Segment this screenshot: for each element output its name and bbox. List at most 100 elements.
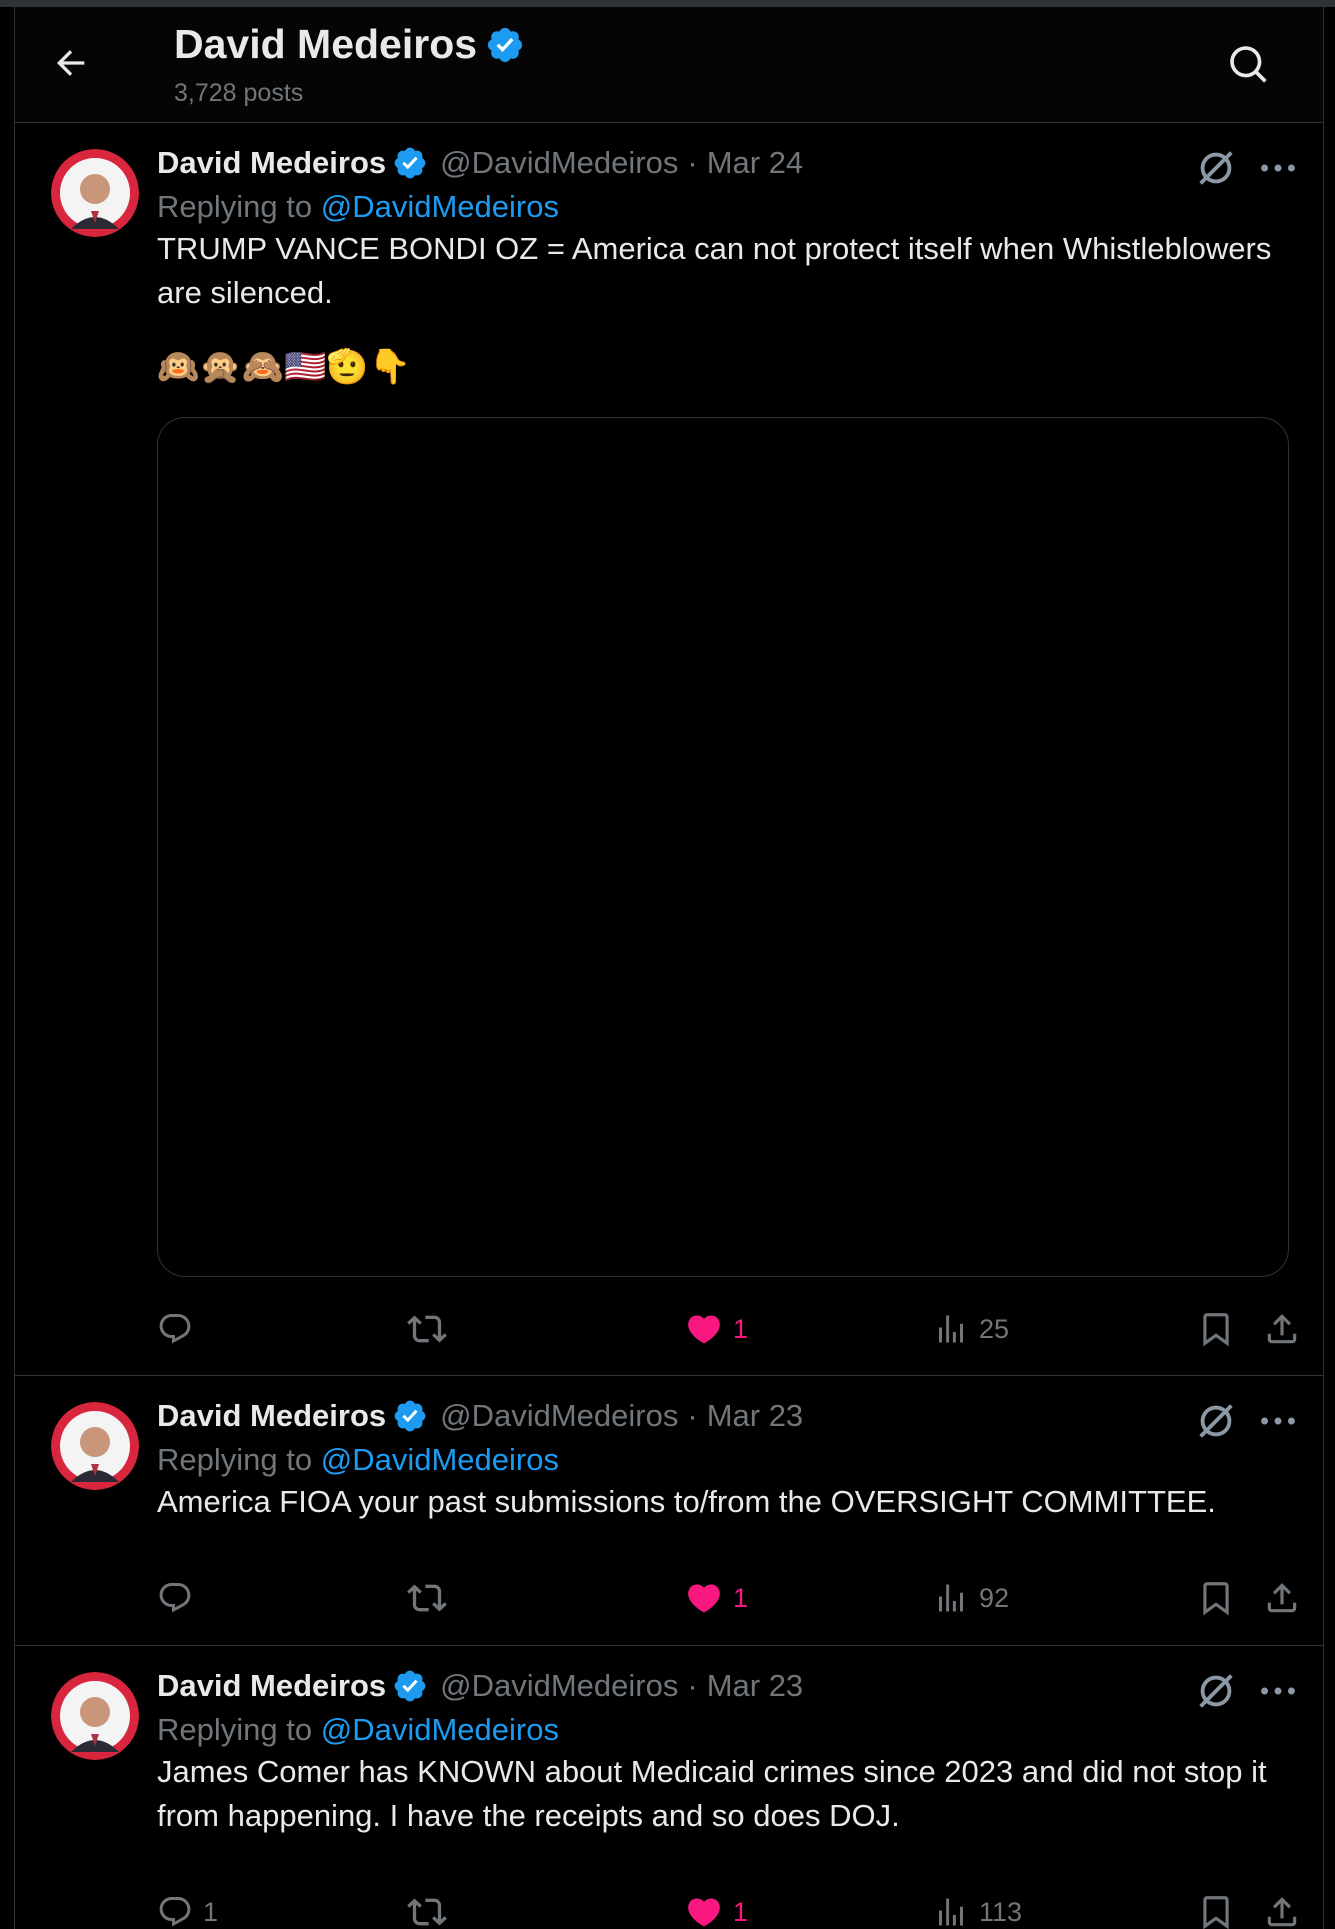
share-button[interactable] <box>1263 1887 1301 1929</box>
arrow-left-icon <box>57 50 85 76</box>
bookmark-button[interactable] <box>1197 1887 1235 1929</box>
view-count: 113 <box>979 1896 1023 1927</box>
repost-button[interactable] <box>407 1304 457 1354</box>
avatar[interactable] <box>51 1672 139 1760</box>
grok-button[interactable] <box>1193 145 1239 191</box>
share-button[interactable] <box>1263 1573 1301 1623</box>
separator-dot: · <box>687 1668 698 1703</box>
author-handle[interactable]: @DavidMedeiros <box>440 145 678 181</box>
separator-dot: · <box>687 1398 698 1433</box>
share-icon <box>1267 1583 1297 1613</box>
post-text: TRUMP VANCE BONDI OZ = America can not p… <box>157 231 1272 310</box>
author-handle[interactable]: @DavidMedeiros <box>440 1398 678 1434</box>
like-button[interactable]: 1 <box>685 1304 748 1354</box>
avatar[interactable] <box>51 149 139 237</box>
heart-icon <box>688 1898 720 1927</box>
views-button[interactable]: 113 <box>933 1887 1022 1929</box>
views-icon <box>939 1584 963 1612</box>
verified-badge-icon <box>394 147 426 179</box>
more-icon <box>1261 164 1295 172</box>
more-button[interactable] <box>1255 1668 1301 1714</box>
reply-button[interactable] <box>157 1304 203 1354</box>
like-button[interactable]: 1 <box>685 1573 748 1623</box>
replying-to-link[interactable]: @DavidMedeiros <box>321 189 559 224</box>
repost-icon <box>407 1584 447 1612</box>
grok-button[interactable] <box>1193 1398 1239 1444</box>
repost-button[interactable] <box>407 1887 457 1929</box>
grok-icon <box>1199 1404 1233 1438</box>
avatar-image <box>51 1402 139 1490</box>
replying-prefix: Replying to <box>157 1712 321 1747</box>
reply-count: 1 <box>203 1896 219 1927</box>
author-name[interactable]: David Medeiros <box>157 1398 386 1434</box>
replying-prefix: Replying to <box>157 189 321 224</box>
post-date[interactable]: Mar 23 <box>707 1398 803 1434</box>
author-handle[interactable]: @DavidMedeiros <box>440 1668 678 1704</box>
heart-icon <box>688 1584 720 1613</box>
reply-icon <box>159 1897 191 1927</box>
timeline-column: David Medeiros 3,728 posts David Medeiro… <box>14 7 1324 1929</box>
repost-button[interactable] <box>407 1573 457 1623</box>
verified-badge-icon <box>487 27 523 62</box>
verified-badge-icon <box>394 1400 426 1432</box>
post-date[interactable]: Mar 23 <box>707 1668 803 1704</box>
post-text: America FIOA your past submissions to/fr… <box>157 1484 1216 1519</box>
author-name[interactable]: David Medeiros <box>157 145 386 181</box>
views-button[interactable]: 92 <box>933 1573 1009 1623</box>
grok-button[interactable] <box>1193 1668 1239 1714</box>
replying-to: Replying to @DavidMedeiros <box>157 1442 559 1478</box>
replying-to: Replying to @DavidMedeiros <box>157 1712 559 1748</box>
heart-icon <box>688 1315 720 1344</box>
reply-button[interactable]: 1 <box>157 1887 218 1929</box>
post-text: James Comer has KNOWN about Medicaid cri… <box>157 1754 1267 1833</box>
bookmark-icon <box>1203 1896 1229 1929</box>
post-media[interactable] <box>157 417 1289 1277</box>
post-actions: 1 25 <box>157 1304 1307 1354</box>
post-date[interactable]: Mar 24 <box>707 145 803 181</box>
avatar-image <box>51 149 139 237</box>
grok-icon <box>1199 1674 1233 1708</box>
share-icon <box>1267 1314 1297 1344</box>
view-count: 92 <box>979 1582 1010 1613</box>
post[interactable]: David Medeiros @DavidMedeiros · Mar 23 R… <box>15 1376 1323 1646</box>
replying-prefix: Replying to <box>157 1442 321 1477</box>
replying-to: Replying to @DavidMedeiros <box>157 189 559 225</box>
search-button[interactable] <box>1227 43 1271 87</box>
bookmark-icon <box>1203 1313 1229 1347</box>
grok-icon <box>1199 151 1233 185</box>
post-actions: 1 92 <box>157 1573 1307 1623</box>
post[interactable]: David Medeiros @DavidMedeiros · Mar 23 R… <box>15 1646 1323 1929</box>
more-button[interactable] <box>1255 1398 1301 1444</box>
bookmark-icon <box>1203 1582 1229 1616</box>
reply-button[interactable] <box>157 1573 203 1623</box>
search-icon <box>1230 46 1267 83</box>
like-button[interactable]: 1 <box>685 1887 748 1929</box>
views-button[interactable]: 25 <box>933 1304 1009 1354</box>
post[interactable]: David Medeiros @DavidMedeiros · Mar 24 R… <box>15 123 1323 1376</box>
views-icon <box>939 1315 963 1343</box>
replying-to-link[interactable]: @DavidMedeiros <box>321 1712 559 1747</box>
reply-icon <box>159 1314 191 1344</box>
back-button[interactable] <box>51 43 91 83</box>
profile-name: David Medeiros <box>174 21 478 67</box>
repost-icon <box>407 1315 447 1343</box>
replying-to-link[interactable]: @DavidMedeiros <box>321 1442 559 1477</box>
avatar[interactable] <box>51 1402 139 1490</box>
like-count: 1 <box>733 1896 749 1927</box>
post-header: David Medeiros @DavidMedeiros · Mar 23 <box>157 1668 803 1704</box>
more-icon <box>1261 1687 1295 1695</box>
more-icon <box>1261 1417 1295 1425</box>
bookmark-button[interactable] <box>1197 1573 1235 1623</box>
share-button[interactable] <box>1263 1304 1301 1354</box>
page-title: David Medeiros <box>174 21 525 68</box>
more-button[interactable] <box>1255 145 1301 191</box>
verified-badge-icon <box>394 1670 426 1702</box>
view-count: 25 <box>979 1313 1010 1344</box>
posts-count: 3,728 posts <box>174 79 304 107</box>
app-frame: David Medeiros 3,728 posts David Medeiro… <box>0 0 1335 1929</box>
profile-header: David Medeiros 3,728 posts <box>15 7 1323 123</box>
author-name[interactable]: David Medeiros <box>157 1668 386 1704</box>
reply-icon <box>159 1583 191 1613</box>
bookmark-button[interactable] <box>1197 1304 1235 1354</box>
share-icon <box>1267 1897 1297 1927</box>
